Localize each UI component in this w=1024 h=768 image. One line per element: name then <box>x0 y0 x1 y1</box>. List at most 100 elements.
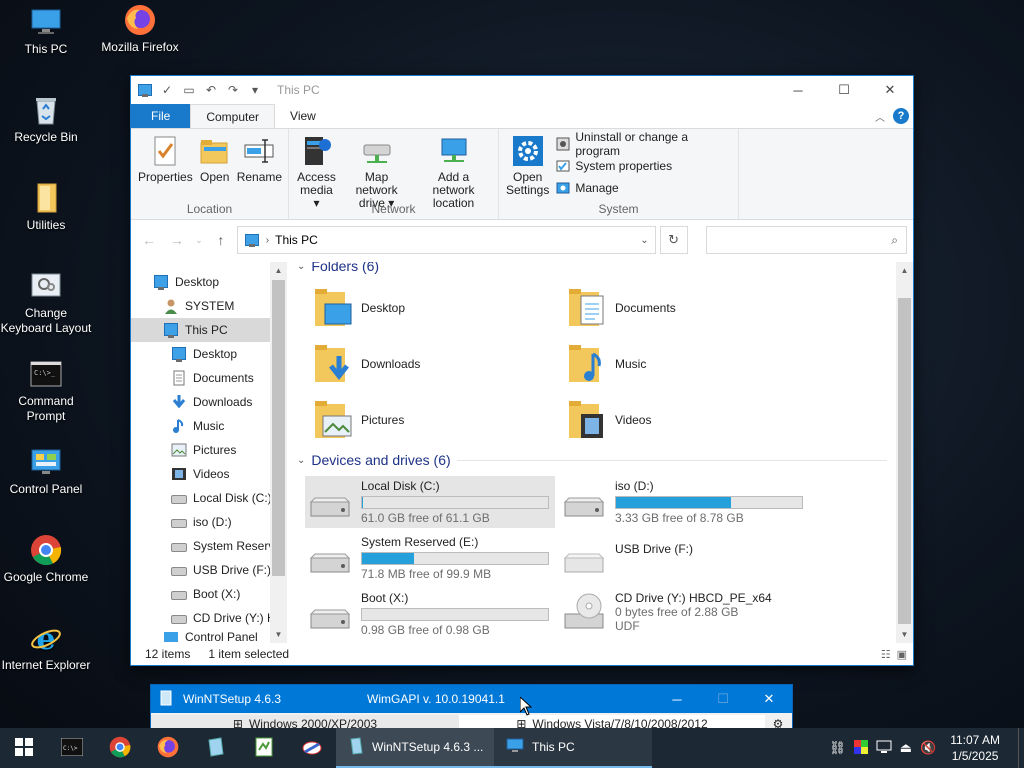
taskbar-winntsetup-pinned[interactable] <box>192 728 240 768</box>
clock[interactable]: 11:07 AM 1/5/2025 <box>950 732 1000 764</box>
winntsetup-minimize-button[interactable]: ─ <box>654 685 700 713</box>
nav-item-boot-x[interactable]: Boot (X:) <box>131 582 287 606</box>
desktop-icon-recycle-bin[interactable]: Recycle Bin <box>0 94 92 145</box>
nav-item-local-disk-c[interactable]: Local Disk (C:) <box>131 486 287 510</box>
show-desktop-button[interactable] <box>1018 728 1024 768</box>
nav-item-videos[interactable]: Videos <box>131 462 287 486</box>
nav-item-downloads[interactable]: Downloads <box>131 390 287 414</box>
close-button[interactable]: ✕ <box>867 76 913 104</box>
folder-label: Documents <box>615 301 676 315</box>
desktop-icon-control-panel[interactable]: Control Panel <box>0 446 92 497</box>
drive-item-cd-drive-y[interactable]: CD Drive (Y:) HBCD_PE_x64 0 bytes free o… <box>559 588 809 640</box>
tab-computer[interactable]: Computer <box>190 104 276 128</box>
scroll-down-arrow[interactable]: ▼ <box>270 626 287 643</box>
back-button[interactable]: ← <box>137 232 161 248</box>
drive-item-system-reserved-e[interactable]: System Reserved (E:) 71.8 MB free of 99.… <box>305 532 555 584</box>
scroll-up-arrow[interactable]: ▲ <box>896 262 913 279</box>
nav-item-system-reserved[interactable]: System Reserve <box>131 534 287 558</box>
taskbar-chrome[interactable] <box>96 728 144 768</box>
network-tray-icon[interactable]: ⛓ <box>829 740 846 756</box>
minimize-button[interactable]: ─ <box>775 76 821 104</box>
drive-usage-bar <box>615 496 803 509</box>
forward-button[interactable]: → <box>165 232 189 248</box>
color-tray-icon[interactable] <box>853 739 868 757</box>
nav-item-usb-drive-f[interactable]: USB Drive (F:) <box>131 558 287 582</box>
desktop-icon-mozilla-firefox[interactable]: Mozilla Firefox <box>92 4 188 54</box>
folder-item-pictures[interactable]: Pictures <box>313 394 563 446</box>
nav-item-system[interactable]: SYSTEM <box>131 294 287 318</box>
uninstall-program-button[interactable]: Uninstall or change a program <box>556 130 734 158</box>
folder-item-documents[interactable]: Documents <box>567 282 817 334</box>
taskbar-command-prompt[interactable]: C:\> <box>48 728 96 768</box>
desktop-icon-label: Recycle Bin <box>14 130 78 144</box>
taskbar-notepad[interactable] <box>240 728 288 768</box>
map-network-drive-icon <box>361 135 393 167</box>
nav-item-desktop-root[interactable]: Desktop <box>131 270 287 294</box>
nav-item-this-pc[interactable]: This PC <box>131 318 287 342</box>
taskbar-tool[interactable] <box>288 728 336 768</box>
desktop-icon-change-keyboard-layout[interactable]: Change Keyboard Layout <box>0 270 92 336</box>
details-view-icon[interactable]: ☷ <box>881 648 891 661</box>
folders-section-header[interactable]: ⌄ Folders (6) <box>297 262 379 274</box>
scroll-thumb[interactable] <box>272 280 285 576</box>
drive-item-iso-d[interactable]: iso (D:) 3.33 GB free of 8.78 GB <box>559 476 809 528</box>
wimgapi-version: WimGAPI v. 10.0.19041.1 <box>367 692 505 706</box>
taskbar-firefox[interactable] <box>144 728 192 768</box>
drive-free-space: 0 bytes free of 2.88 GB <box>615 605 739 619</box>
desktop-icon-utilities[interactable]: Utilities <box>0 182 92 233</box>
nav-item-iso-d[interactable]: iso (D:) <box>131 510 287 534</box>
taskbar-task-winntsetup[interactable]: WinNTSetup 4.6.3 ... <box>336 728 494 768</box>
nav-item-cd-drive-y[interactable]: CD Drive (Y:) H <box>131 606 287 630</box>
nav-item-control-panel[interactable]: Control Panel <box>131 630 287 642</box>
system-properties-button[interactable]: System properties <box>556 157 734 175</box>
folder-item-downloads[interactable]: Downloads <box>313 338 563 390</box>
tab-view[interactable]: View <box>275 104 331 128</box>
desktop-icon-internet-explorer[interactable]: e Internet Explorer <box>0 622 92 673</box>
nav-scrollbar[interactable]: ▲ ▼ <box>270 262 287 643</box>
usb-eject-tray-icon[interactable]: ⏏ <box>900 740 912 756</box>
volume-muted-icon[interactable]: 🔇 <box>920 740 936 756</box>
redo-icon[interactable]: ↷ <box>225 82 241 98</box>
maximize-button[interactable]: ☐ <box>821 76 867 104</box>
nav-item-music[interactable]: Music <box>131 414 287 438</box>
nav-item-documents[interactable]: Documents <box>131 366 287 390</box>
scroll-up-arrow[interactable]: ▲ <box>270 262 287 279</box>
manage-button[interactable]: Manage <box>556 179 734 197</box>
tab-file[interactable]: File <box>131 104 191 128</box>
collapse-ribbon-icon[interactable]: ︿ <box>875 109 885 124</box>
scroll-down-arrow[interactable]: ▼ <box>896 626 913 643</box>
desktop-icon-google-chrome[interactable]: Google Chrome <box>0 534 92 585</box>
status-bar: 12 items 1 item selected ☷ ▣ <box>131 643 913 665</box>
drive-item-local-disk-c[interactable]: Local Disk (C:) 61.0 GB free of 61.1 GB <box>305 476 555 528</box>
taskbar-task-this-pc[interactable]: This PC <box>494 728 652 768</box>
scroll-thumb[interactable] <box>898 298 911 624</box>
address-dropdown-icon[interactable]: ⌄ <box>640 235 648 246</box>
start-button[interactable] <box>0 728 48 768</box>
display-tray-icon[interactable] <box>876 740 892 757</box>
drives-section-header[interactable]: ⌄ Devices and drives (6) <box>297 452 887 468</box>
title-bar[interactable]: ✓ ▭ ↶ ↷ ▾ This PC ─ ☐ ✕ <box>131 76 913 104</box>
winntsetup-title-bar[interactable]: WinNTSetup 4.6.3 WimGAPI v. 10.0.19041.1… <box>151 685 792 713</box>
new-folder-quick-icon[interactable]: ▭ <box>181 82 197 98</box>
up-button[interactable]: ↑ <box>209 232 233 248</box>
folder-item-videos[interactable]: Videos <box>567 394 817 446</box>
customize-quick-access-icon[interactable]: ▾ <box>247 82 263 98</box>
folder-item-desktop[interactable]: Desktop <box>313 282 563 334</box>
large-icons-view-icon[interactable]: ▣ <box>897 648 907 661</box>
properties-quick-icon[interactable]: ✓ <box>159 82 175 98</box>
refresh-button[interactable]: ↻ <box>659 226 688 254</box>
nav-item-desktop[interactable]: Desktop <box>131 342 287 366</box>
folder-item-music[interactable]: Music <box>567 338 817 390</box>
drive-item-usb-drive-f[interactable]: USB Drive (F:) <box>559 532 809 584</box>
recent-locations-button[interactable]: ⌄ <box>193 235 205 246</box>
address-bar[interactable]: › This PC ⌄ <box>236 226 656 254</box>
undo-icon[interactable]: ↶ <box>203 82 219 98</box>
content-scrollbar[interactable]: ▲ ▼ <box>896 262 913 643</box>
nav-item-pictures[interactable]: Pictures <box>131 438 287 462</box>
search-input[interactable]: ⌕ <box>705 226 908 254</box>
help-icon[interactable]: ? <box>893 108 909 124</box>
desktop-icon-this-pc[interactable]: This PC <box>0 6 92 57</box>
winntsetup-close-button[interactable]: ✕ <box>746 685 792 713</box>
drive-item-boot-x[interactable]: Boot (X:) 0.98 GB free of 0.98 GB <box>305 588 555 640</box>
desktop-icon-command-prompt[interactable]: C:\>_ Command Prompt <box>0 358 92 424</box>
